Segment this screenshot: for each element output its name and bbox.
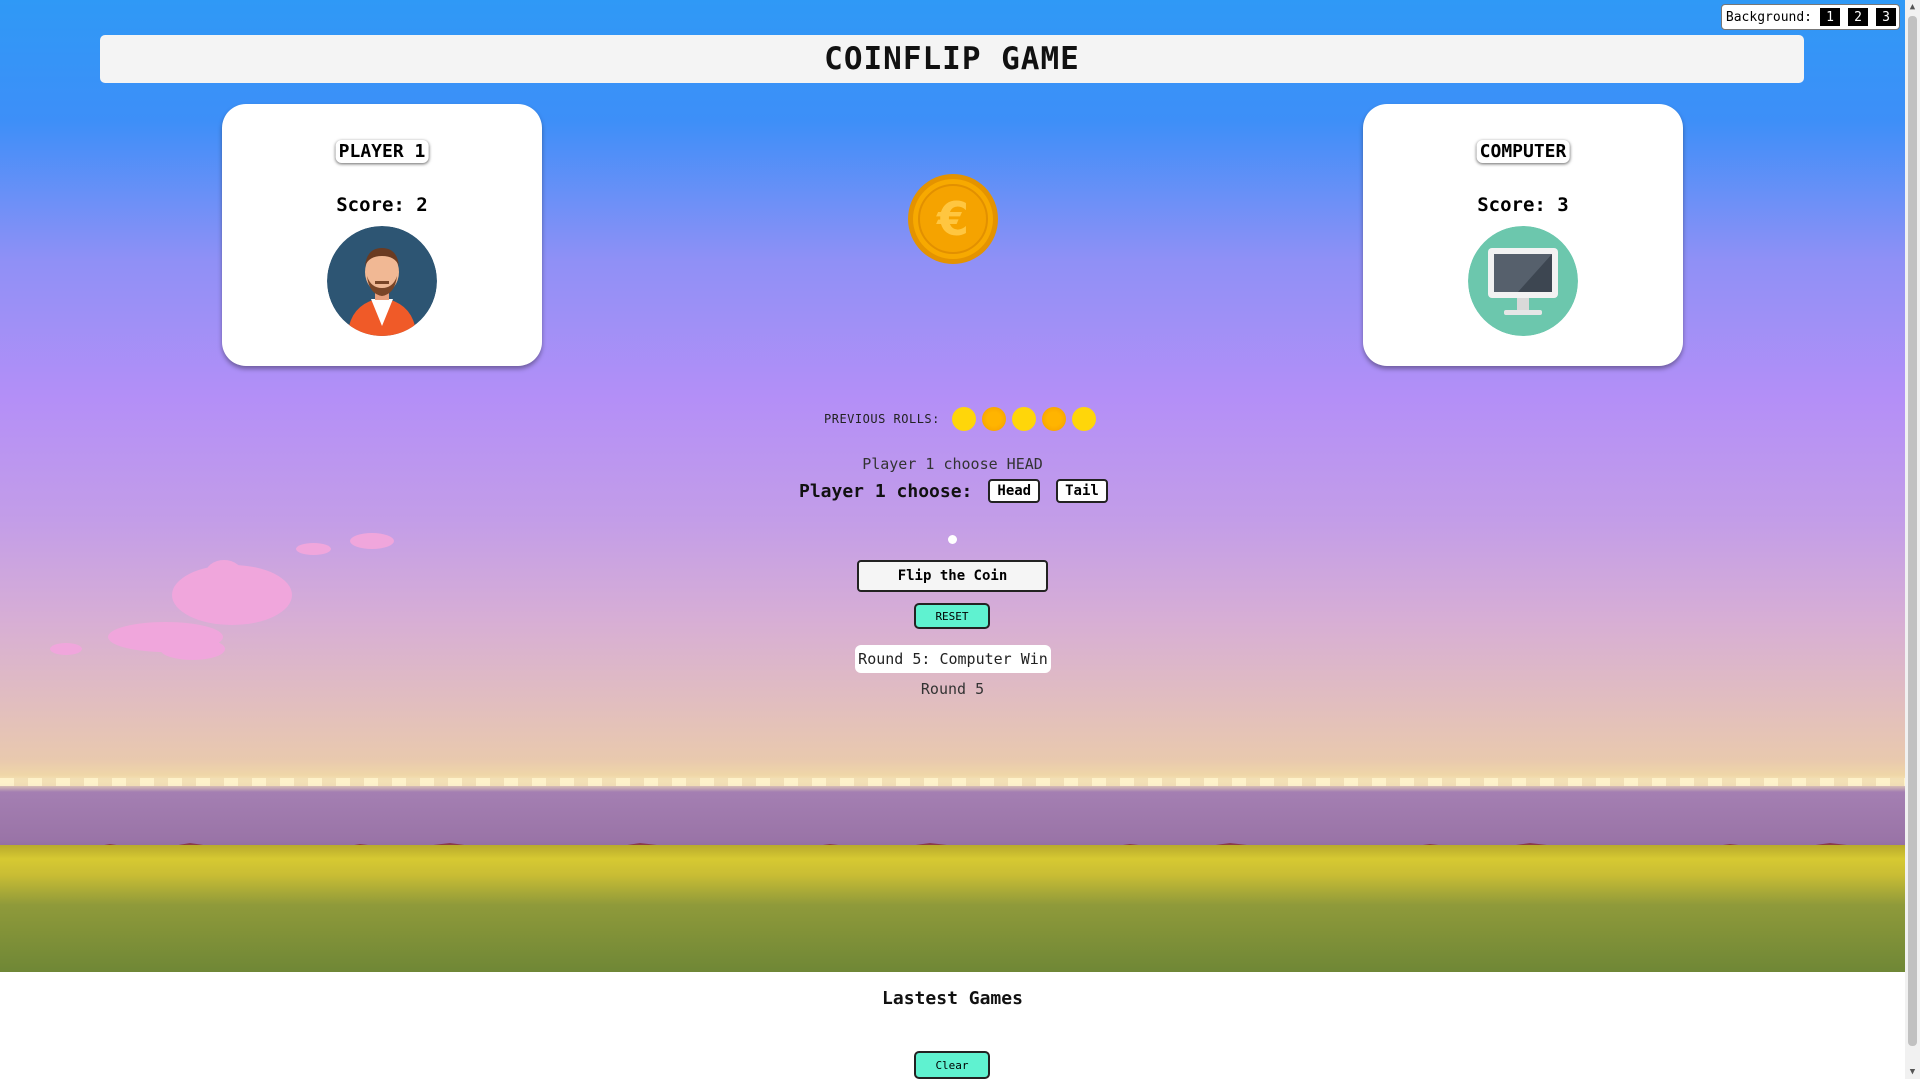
choice-status: Player 1 choose HEAD: [862, 455, 1043, 473]
page-title-bar: COINFLIP GAME: [100, 35, 1804, 83]
latest-games-title: Lastest Games: [882, 988, 1023, 1009]
reset-button[interactable]: RESET: [914, 603, 990, 629]
scroll-down-icon[interactable]: ▼: [1908, 1067, 1917, 1077]
previous-rolls: PREVIOUS ROLLS:: [824, 404, 1096, 434]
computer-card: COMPUTER Score: 3: [1363, 104, 1683, 366]
choose-row: Player 1 choose: Head Tail: [799, 479, 1124, 503]
round-result: Round 5: Computer Win: [855, 645, 1051, 673]
background-label: Background:: [1725, 9, 1812, 25]
page-title: COINFLIP GAME: [824, 41, 1080, 77]
player-name: PLAYER 1: [335, 140, 429, 163]
svg-text:€: €: [936, 192, 969, 246]
roll-head-coin-icon: [1011, 407, 1036, 431]
scroll-up-icon[interactable]: ▲: [1908, 2, 1917, 12]
background-option-2[interactable]: 2: [1848, 8, 1868, 26]
previous-rolls-label: PREVIOUS ROLLS:: [824, 412, 940, 426]
dot-indicator: [948, 535, 957, 544]
roll-tail-coin-icon: [981, 407, 1006, 431]
game-background: COINFLIP GAME PLAYER 1 Score: 2 COMPUTER…: [0, 0, 1905, 972]
monitor-avatar-icon: [1468, 226, 1578, 336]
player-card: PLAYER 1 Score: 2: [222, 104, 542, 366]
flip-coin-button[interactable]: Flip the Coin: [857, 560, 1048, 592]
roll-tail-coin-icon: [1041, 407, 1066, 431]
clear-button[interactable]: Clear: [914, 1051, 990, 1079]
horizon: [0, 778, 1905, 786]
choose-label: Player 1 choose:: [799, 480, 973, 502]
background-option-1[interactable]: 1: [1820, 8, 1840, 26]
round-label: Round 5: [920, 680, 985, 698]
background-option-3[interactable]: 3: [1876, 8, 1896, 26]
scroll-thumb[interactable]: [1908, 16, 1917, 1046]
man-avatar-icon: [327, 226, 437, 336]
ground: [0, 845, 1905, 972]
euro-coin-icon: €: [907, 173, 999, 265]
player-score: Score: 2: [336, 194, 428, 216]
scrollbar[interactable]: ▲ ▼: [1905, 0, 1920, 1079]
computer-score: Score: 3: [1477, 194, 1569, 216]
tail-button[interactable]: Tail: [1056, 479, 1108, 503]
computer-name: COMPUTER: [1476, 140, 1570, 163]
roll-head-coin-icon: [1071, 407, 1096, 431]
background-switcher: Background: 1 2 3: [1720, 4, 1900, 30]
roll-head-coin-icon: [951, 407, 976, 431]
head-button[interactable]: Head: [988, 479, 1041, 503]
